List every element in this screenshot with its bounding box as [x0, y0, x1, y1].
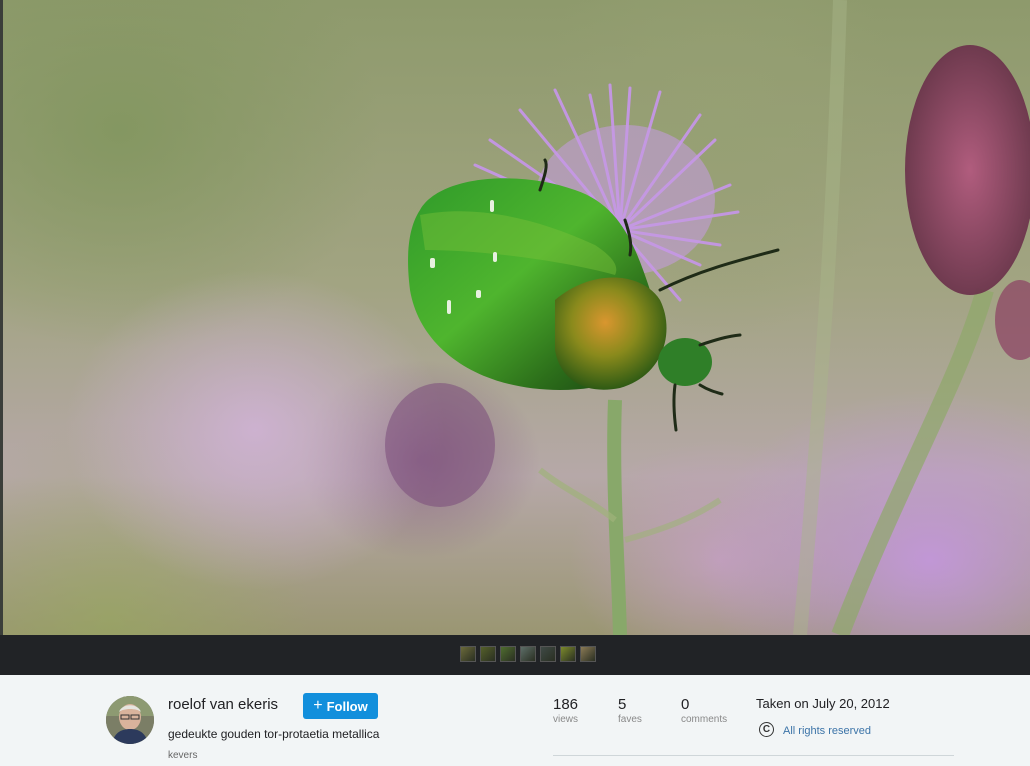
plus-icon: +	[313, 697, 323, 714]
main-photo[interactable]	[0, 0, 1030, 635]
views-label: views	[553, 714, 579, 725]
filmstrip-thumbnail[interactable]	[540, 646, 556, 662]
photostream-filmstrip	[0, 635, 1030, 675]
filmstrip-thumbnail[interactable]	[460, 646, 476, 662]
filmstrip-thumbnail[interactable]	[560, 646, 576, 662]
comments-stat: 0 comments	[681, 696, 727, 725]
user-avatar[interactable]	[106, 696, 154, 744]
filmstrip-thumbnail[interactable]	[580, 646, 596, 662]
stats-divider	[553, 755, 954, 756]
beetle-on-thistle-photo	[385, 0, 1030, 635]
faves-label: faves	[618, 714, 642, 725]
photo-title: gedeukte gouden tor-protaetia metallica	[168, 727, 380, 741]
follow-button[interactable]: + Follow	[303, 693, 378, 719]
copyright-icon: C	[759, 722, 774, 737]
photo-left-edge	[0, 0, 3, 635]
album-tag[interactable]: kevers	[168, 750, 197, 761]
follow-button-label: Follow	[326, 698, 368, 714]
faves-stat: 5 faves	[618, 696, 642, 725]
license-link[interactable]: All rights reserved	[783, 725, 871, 737]
taken-date: Taken on July 20, 2012	[756, 696, 890, 711]
filmstrip-thumbnail[interactable]	[520, 646, 536, 662]
comments-label: comments	[681, 714, 728, 725]
views-count: 186	[553, 696, 579, 713]
author-name[interactable]: roelof van ekeris	[168, 696, 278, 713]
comments-count: 0	[681, 696, 690, 713]
filmstrip-thumbnail[interactable]	[480, 646, 496, 662]
filmstrip-thumbnails	[460, 646, 596, 662]
views-stat: 186 views	[553, 696, 578, 725]
photo-meta-panel: roelof van ekeris + Follow gedeukte goud…	[0, 675, 1030, 766]
filmstrip-thumbnail[interactable]	[500, 646, 516, 662]
faves-count: 5	[618, 696, 627, 713]
